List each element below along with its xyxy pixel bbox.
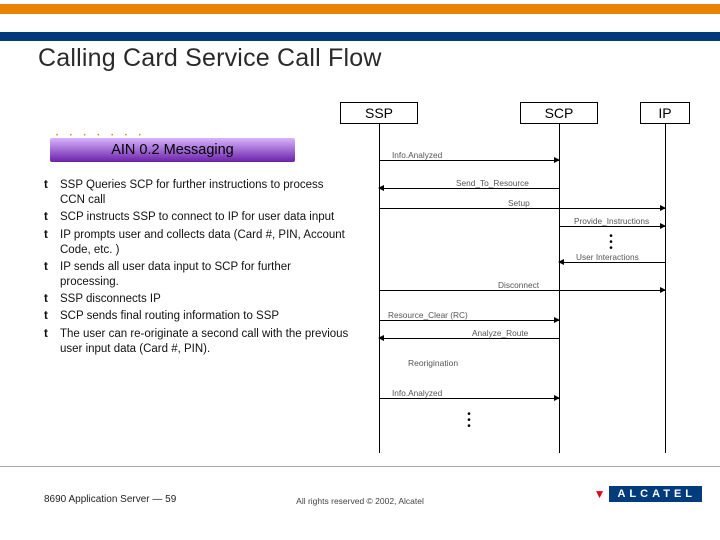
bullet-icon: t	[44, 260, 48, 275]
lifeline-ssp	[379, 123, 380, 453]
list-item: t IP sends all user data input to SCP for…	[44, 260, 350, 290]
list-item-text: SCP sends final routing information to S…	[60, 310, 279, 322]
list-item: t SSP disconnects IP	[44, 292, 350, 307]
list-item: t SSP Queries SCP for further instruction…	[44, 178, 350, 208]
label-setup: Setup	[508, 198, 530, 208]
top-blue-bar	[0, 32, 720, 41]
lifeline-ip	[665, 123, 666, 453]
list-item: t IP prompts user and collects data (Card…	[44, 228, 350, 258]
list-item-text: IP sends all user data input to SCP for …	[60, 261, 291, 288]
arrow-user-interactions	[559, 262, 665, 263]
subtitle-banner: AIN 0.2 Messaging	[50, 138, 295, 162]
subtitle-text: AIN 0.2 Messaging	[50, 138, 295, 162]
arrow-send-to-resource	[379, 188, 559, 189]
list-item-text: The user can re-originate a second call …	[60, 328, 348, 355]
bullet-icon: t	[44, 178, 48, 193]
footer-divider	[0, 466, 720, 467]
label-resource-clear: Resource_Clear (RC)	[388, 310, 468, 320]
ellipsis-icon: •••	[464, 412, 474, 430]
arrow-disconnect	[379, 290, 665, 291]
list-item: t SCP sends final routing information to …	[44, 309, 350, 324]
label-provide-instructions: Provide_Instructions	[574, 216, 649, 226]
label-send-to-resource: Send_To_Resource	[456, 178, 529, 188]
bullet-icon: t	[44, 210, 48, 225]
label-disconnect: Disconnect	[498, 280, 539, 290]
arrow-provide-instructions	[559, 226, 665, 227]
list-item-text: SSP Queries SCP for further instructions…	[60, 179, 324, 206]
list-item-text: SCP instructs SSP to connect to IP for u…	[60, 211, 334, 223]
bullet-icon: t	[44, 327, 48, 342]
actor-ip: IP	[640, 102, 690, 124]
label-analyze-route: Analyze_Route	[472, 328, 528, 338]
actor-scp: SCP	[520, 102, 598, 124]
actor-ssp: SSP	[340, 102, 418, 124]
label-reorigination: Reorigination	[408, 358, 458, 368]
arrow-info-analyzed-2	[379, 398, 559, 399]
arrow-analyze-route	[379, 338, 559, 339]
bullet-icon: t	[44, 292, 48, 307]
arrow-setup	[379, 208, 665, 209]
bullet-list: t SSP Queries SCP for further instruction…	[44, 178, 350, 359]
list-item-text: IP prompts user and collects data (Card …	[60, 229, 345, 256]
arrow-resource-clear	[379, 320, 559, 321]
arrow-info-analyzed	[379, 160, 559, 161]
list-item: t SCP instructs SSP to connect to IP for …	[44, 210, 350, 225]
lifeline-scp	[559, 123, 560, 453]
top-orange-bar	[0, 4, 720, 14]
triangle-icon: ▼	[594, 489, 606, 499]
page-title: Calling Card Service Call Flow	[38, 44, 382, 73]
list-item-text: SSP disconnects IP	[60, 293, 161, 305]
bullet-icon: t	[44, 228, 48, 243]
alcatel-logo: ▼ ALCATEL	[594, 486, 702, 502]
logo-text: ALCATEL	[609, 486, 702, 502]
label-info-analyzed: Info.Analyzed	[392, 150, 442, 160]
list-item: t The user can re-originate a second call…	[44, 327, 350, 357]
bullet-icon: t	[44, 309, 48, 324]
label-user-interactions: User Interactions	[576, 252, 639, 262]
ellipsis-icon: •••	[606, 234, 616, 252]
label-info-analyzed-2: Info.Analyzed	[392, 388, 442, 398]
